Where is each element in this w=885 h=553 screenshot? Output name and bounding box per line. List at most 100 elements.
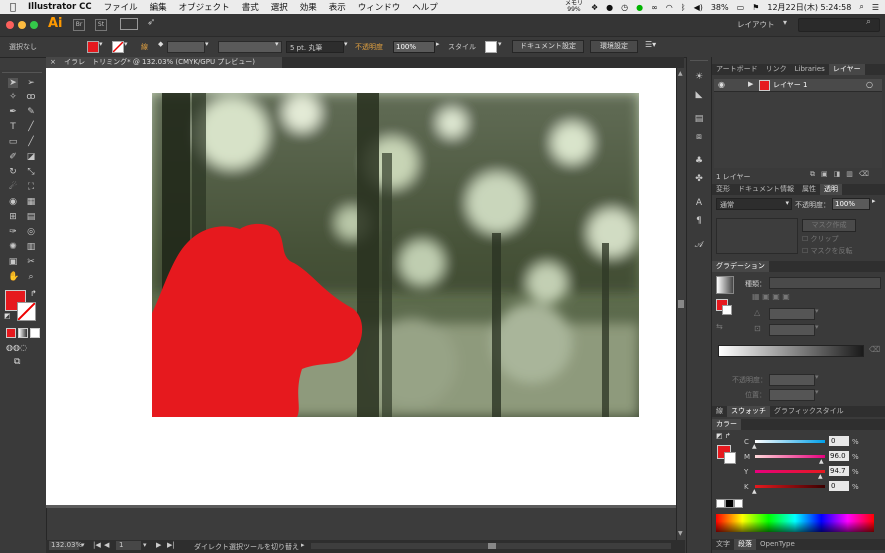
color-swap-icon[interactable]: ◩ ↱ bbox=[716, 432, 731, 440]
menu-type[interactable]: 書式 bbox=[242, 1, 259, 13]
gradient-type-select[interactable] bbox=[769, 277, 881, 289]
gradient-opacity-chevron-icon[interactable]: ▾ bbox=[815, 373, 819, 381]
tab-transparency[interactable]: 透明 bbox=[820, 184, 842, 195]
type-tool-icon[interactable]: T bbox=[8, 122, 18, 132]
stock-button[interactable]: St bbox=[95, 19, 107, 31]
spotlight-icon[interactable]: ⌕ bbox=[859, 2, 863, 12]
vertical-scrollbar[interactable]: ▲ ▼ bbox=[676, 68, 686, 540]
menu-view[interactable]: 表示 bbox=[329, 1, 346, 13]
gradient-tool-icon[interactable]: ▤ bbox=[26, 212, 36, 222]
gradient-stroke-swatch[interactable] bbox=[722, 305, 732, 315]
scroll-up-arrow-icon[interactable]: ▲ bbox=[678, 70, 683, 77]
make-mask-button[interactable]: マスク作成 bbox=[802, 219, 856, 232]
gradient-slider[interactable] bbox=[718, 345, 864, 357]
channel-c-thumb-icon[interactable]: ▲ bbox=[752, 443, 757, 450]
scroll-thumb[interactable] bbox=[678, 300, 684, 308]
profile-chevron-icon[interactable]: ▾ bbox=[275, 40, 279, 48]
minimize-window-button[interactable] bbox=[18, 21, 26, 29]
color-dock-icon[interactable]: ◣ bbox=[694, 90, 704, 100]
tab-stroke[interactable]: 線 bbox=[712, 406, 727, 417]
bluetooth-icon[interactable]: ᛒ bbox=[681, 3, 686, 12]
cc-icon[interactable]: ∞ bbox=[651, 3, 658, 12]
last-artboard-icon[interactable]: ▶| bbox=[167, 541, 175, 549]
pathfinder-icon[interactable]: ⧈ bbox=[694, 132, 704, 142]
lasso-tool-icon[interactable]: ꝏ bbox=[26, 92, 36, 102]
channel-k-field[interactable]: 0 bbox=[829, 481, 849, 491]
channel-m-slider[interactable] bbox=[755, 455, 825, 458]
prev-artboard-icon[interactable]: ◀ bbox=[104, 541, 109, 549]
tab-artboards[interactable]: アートボード bbox=[712, 64, 762, 75]
flag-icon[interactable]: ⚑ bbox=[752, 3, 759, 12]
align-icon[interactable]: ▤ bbox=[694, 114, 704, 124]
tab-attributes[interactable]: 属性 bbox=[798, 184, 820, 195]
gradient-angle-chevron-icon[interactable]: ▾ bbox=[815, 307, 819, 315]
channel-c-slider[interactable] bbox=[755, 440, 825, 443]
transparency-opacity-arrow-icon[interactable]: ▸ bbox=[872, 197, 876, 205]
warp-tool-icon[interactable]: ☄ bbox=[8, 182, 18, 192]
magic-wand-tool-icon[interactable]: ✧ bbox=[8, 92, 18, 102]
tab-layers[interactable]: レイヤー bbox=[828, 64, 865, 75]
stroke-chevron-icon[interactable]: ▾ bbox=[124, 40, 128, 48]
zoom-chevron-icon[interactable]: ▾ bbox=[81, 541, 85, 549]
channel-y-slider[interactable] bbox=[755, 470, 825, 473]
shaper-tool-icon[interactable]: ✐ bbox=[8, 152, 18, 162]
zoom-tool-icon[interactable]: ⌕ bbox=[26, 272, 36, 282]
tab-document-info[interactable]: ドキュメント情報 bbox=[734, 184, 798, 195]
stroke-color-box[interactable] bbox=[17, 302, 36, 321]
preferences-button[interactable]: 環境設定 bbox=[590, 40, 638, 53]
selection-tool-icon[interactable]: ➤ bbox=[8, 78, 18, 88]
timemachine-icon[interactable]: ◷ bbox=[621, 3, 628, 12]
aspect-ratio-chevron-icon[interactable]: ▾ bbox=[815, 323, 819, 331]
layer-target-icon[interactable]: ○ bbox=[866, 80, 873, 89]
blend-tool-icon[interactable]: ◎ bbox=[26, 227, 36, 237]
invert-mask-checkbox[interactable]: ☐ マスクを反転 bbox=[802, 246, 853, 256]
white-color-swatch[interactable] bbox=[734, 499, 743, 508]
color-spectrum[interactable] bbox=[716, 514, 874, 532]
tab-libraries[interactable]: Libraries bbox=[791, 64, 829, 75]
layer-name[interactable]: レイヤー 1 bbox=[773, 80, 807, 90]
gradient-position-chevron-icon[interactable]: ▾ bbox=[815, 388, 819, 396]
placed-photo[interactable] bbox=[152, 93, 639, 417]
tab-links[interactable]: リンク bbox=[762, 64, 791, 75]
menu-edit[interactable]: 編集 bbox=[150, 1, 167, 13]
gpu-performance-icon[interactable]: ➶ bbox=[147, 17, 155, 28]
horizontal-scroll-thumb[interactable] bbox=[488, 543, 496, 549]
gradient-opacity-field[interactable] bbox=[769, 374, 815, 386]
first-artboard-icon[interactable]: |◀ bbox=[93, 541, 101, 549]
zoom-field[interactable]: 132.03% bbox=[49, 541, 82, 550]
reverse-gradient-icon[interactable]: ⇆ bbox=[716, 322, 723, 331]
slice-tool-icon[interactable]: ✂ bbox=[26, 257, 36, 267]
document-setup-button[interactable]: ドキュメント設定 bbox=[512, 40, 584, 53]
panel-menu-icon[interactable]: ☰▾ bbox=[645, 40, 656, 49]
line-tool-icon[interactable]: ╱ bbox=[26, 122, 36, 132]
pen-tool-icon[interactable]: ✒ bbox=[8, 107, 18, 117]
glyphs-icon[interactable]: ¶ bbox=[694, 216, 704, 226]
line-icon[interactable]: ● bbox=[636, 3, 643, 12]
workspace-chevron-icon[interactable]: ▾ bbox=[783, 18, 787, 27]
dropbox-icon[interactable]: ❖ bbox=[591, 3, 598, 12]
delete-stop-icon[interactable]: ⌫ bbox=[869, 345, 880, 354]
swap-colors-icon[interactable]: ↱ bbox=[30, 289, 37, 298]
style-swatch[interactable] bbox=[485, 41, 497, 53]
graph-tool-icon[interactable]: ▥ bbox=[26, 242, 36, 252]
scroll-down-arrow-icon[interactable]: ▼ bbox=[678, 530, 683, 537]
none-mode-button[interactable] bbox=[30, 328, 40, 338]
channel-y-field[interactable]: 94.7 bbox=[829, 466, 849, 476]
battery-icon[interactable]: ▭ bbox=[737, 3, 745, 12]
zoom-window-button[interactable] bbox=[30, 21, 38, 29]
brush-chevron-icon[interactable]: ▾ bbox=[344, 40, 348, 48]
shape-builder-tool-icon[interactable]: ◉ bbox=[8, 197, 18, 207]
menu-help[interactable]: ヘルプ bbox=[412, 1, 438, 13]
visibility-eye-icon[interactable]: ◉ bbox=[718, 80, 725, 89]
character-icon[interactable]: A bbox=[694, 198, 704, 208]
scale-tool-icon[interactable]: ⤡ bbox=[26, 167, 36, 177]
tab-opentype[interactable]: OpenType bbox=[756, 539, 799, 550]
artboard-chevron-icon[interactable]: ▾ bbox=[143, 541, 147, 549]
hand-tool-icon[interactable]: ✋ bbox=[8, 272, 19, 282]
draw-mode-icon[interactable]: ◍◍◌ bbox=[6, 343, 27, 352]
stroke-weight-stepper[interactable]: ◆ bbox=[158, 40, 163, 48]
eraser-tool-icon[interactable]: ◪ bbox=[26, 152, 36, 162]
tab-swatches[interactable]: スウォッチ bbox=[727, 406, 770, 417]
expand-layer-icon[interactable]: ▶ bbox=[748, 80, 753, 88]
gradient-angle-field[interactable] bbox=[769, 308, 815, 320]
